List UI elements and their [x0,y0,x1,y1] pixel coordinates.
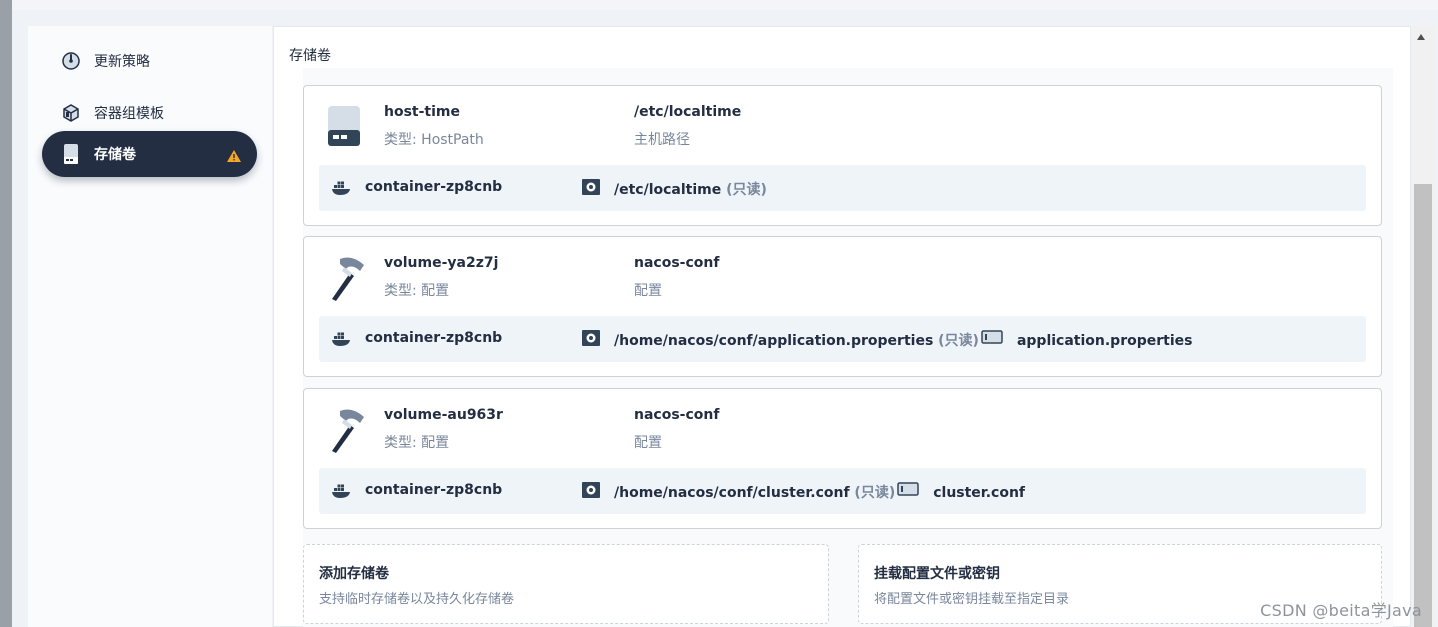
docker-icon [331,483,351,503]
sidebar: 更新策略 容器组模板 存储卷 [28,26,272,627]
volume-source-desc: 主机路径 [634,132,690,148]
warning-icon [227,147,241,166]
volume-source-desc: 配置 [634,283,662,299]
key-name: cluster.conf [933,485,1026,501]
mount-path-line: /home/nacos/conf/cluster.conf (只读) cluste… [614,482,1025,502]
volume-source: nacos-conf [634,407,720,423]
mount-config-title: 挂载配置文件或密钥 [874,566,1000,582]
pod-template-icon [60,102,82,124]
volume-type: 类型: 配置 [384,283,450,299]
mount-path-line: /etc/localtime (只读) [614,179,767,199]
mount-path: /home/nacos/conf/cluster.conf [614,485,850,501]
volume-source: nacos-conf [634,255,720,271]
watermark: CSDN @beita学Java [1260,601,1422,620]
volume-name: volume-ya2z7j [384,255,499,271]
volume-card[interactable]: volume-ya2z7j 类型: 配置 nacos-conf 配置 conta… [303,236,1382,377]
docker-icon [331,331,351,351]
docker-icon [331,180,351,200]
mount-config-desc: 将配置文件或密钥挂载至指定目录 [874,592,1070,607]
mount-gear-icon [581,178,601,200]
mount-path: /etc/localtime [614,182,722,198]
mount-path-line: /home/nacos/conf/application.properties … [614,330,1192,350]
add-volume-title: 添加存储卷 [319,566,389,582]
key-file-icon [897,482,919,500]
background-page-edge [0,0,12,627]
container-name: container-zp8cnb [365,482,503,498]
sidebar-item-label: 更新策略 [94,54,150,70]
volume-source-desc: 配置 [634,435,662,451]
modal-top-band [12,0,1438,10]
section-title: 存储卷 [289,48,331,64]
gauge-icon [60,50,82,72]
mount-row: container-zp8cnb /home/nacos/conf/cluste… [319,468,1366,514]
add-volume-desc: 支持临时存储卷以及持久化存储卷 [319,592,515,607]
mount-path: /home/nacos/conf/application.properties [614,333,934,349]
key-name: application.properties [1016,333,1193,349]
volume-card[interactable]: volume-au963r 类型: 配置 nacos-conf 配置 conta… [303,388,1382,529]
readonly-label: (只读) [854,485,896,501]
volume-name: host-time [384,104,460,120]
mount-gear-icon [581,481,601,503]
sidebar-item-pod-template[interactable]: 容器组模板 [42,90,257,136]
container-name: container-zp8cnb [365,179,503,195]
volume-type: 类型: 配置 [384,435,450,451]
volume-card[interactable]: host-time 类型: HostPath /etc/localtime 主机… [303,85,1382,226]
container-name: container-zp8cnb [365,330,503,346]
key-file-icon [981,330,1003,348]
volume-name: volume-au963r [384,407,503,423]
sidebar-item-label: 存储卷 [94,147,136,163]
volume-source: /etc/localtime [634,104,742,120]
mount-row: container-zp8cnb /home/nacos/conf/applic… [319,316,1366,362]
scroll-up-arrow-icon[interactable] [1417,34,1425,40]
readonly-label: (只读) [726,182,767,198]
sidebar-item-label: 容器组模板 [94,106,164,122]
add-volume-button[interactable]: 添加存储卷 支持临时存储卷以及持久化存储卷 [303,544,829,624]
hammer-icon [326,407,364,453]
volume-type: 类型: HostPath [384,132,484,148]
hard-disk-icon [326,104,362,148]
readonly-label: (只读) [938,333,979,349]
mount-gear-icon [581,329,601,351]
scrollbar-thumb[interactable] [1414,184,1432,627]
disk-icon [60,143,82,165]
mount-row: container-zp8cnb /etc/localtime (只读) [319,165,1366,211]
hammer-icon [326,255,364,301]
sidebar-item-storage-volume[interactable]: 存储卷 [42,131,257,177]
sidebar-item-update-strategy[interactable]: 更新策略 [42,38,257,84]
